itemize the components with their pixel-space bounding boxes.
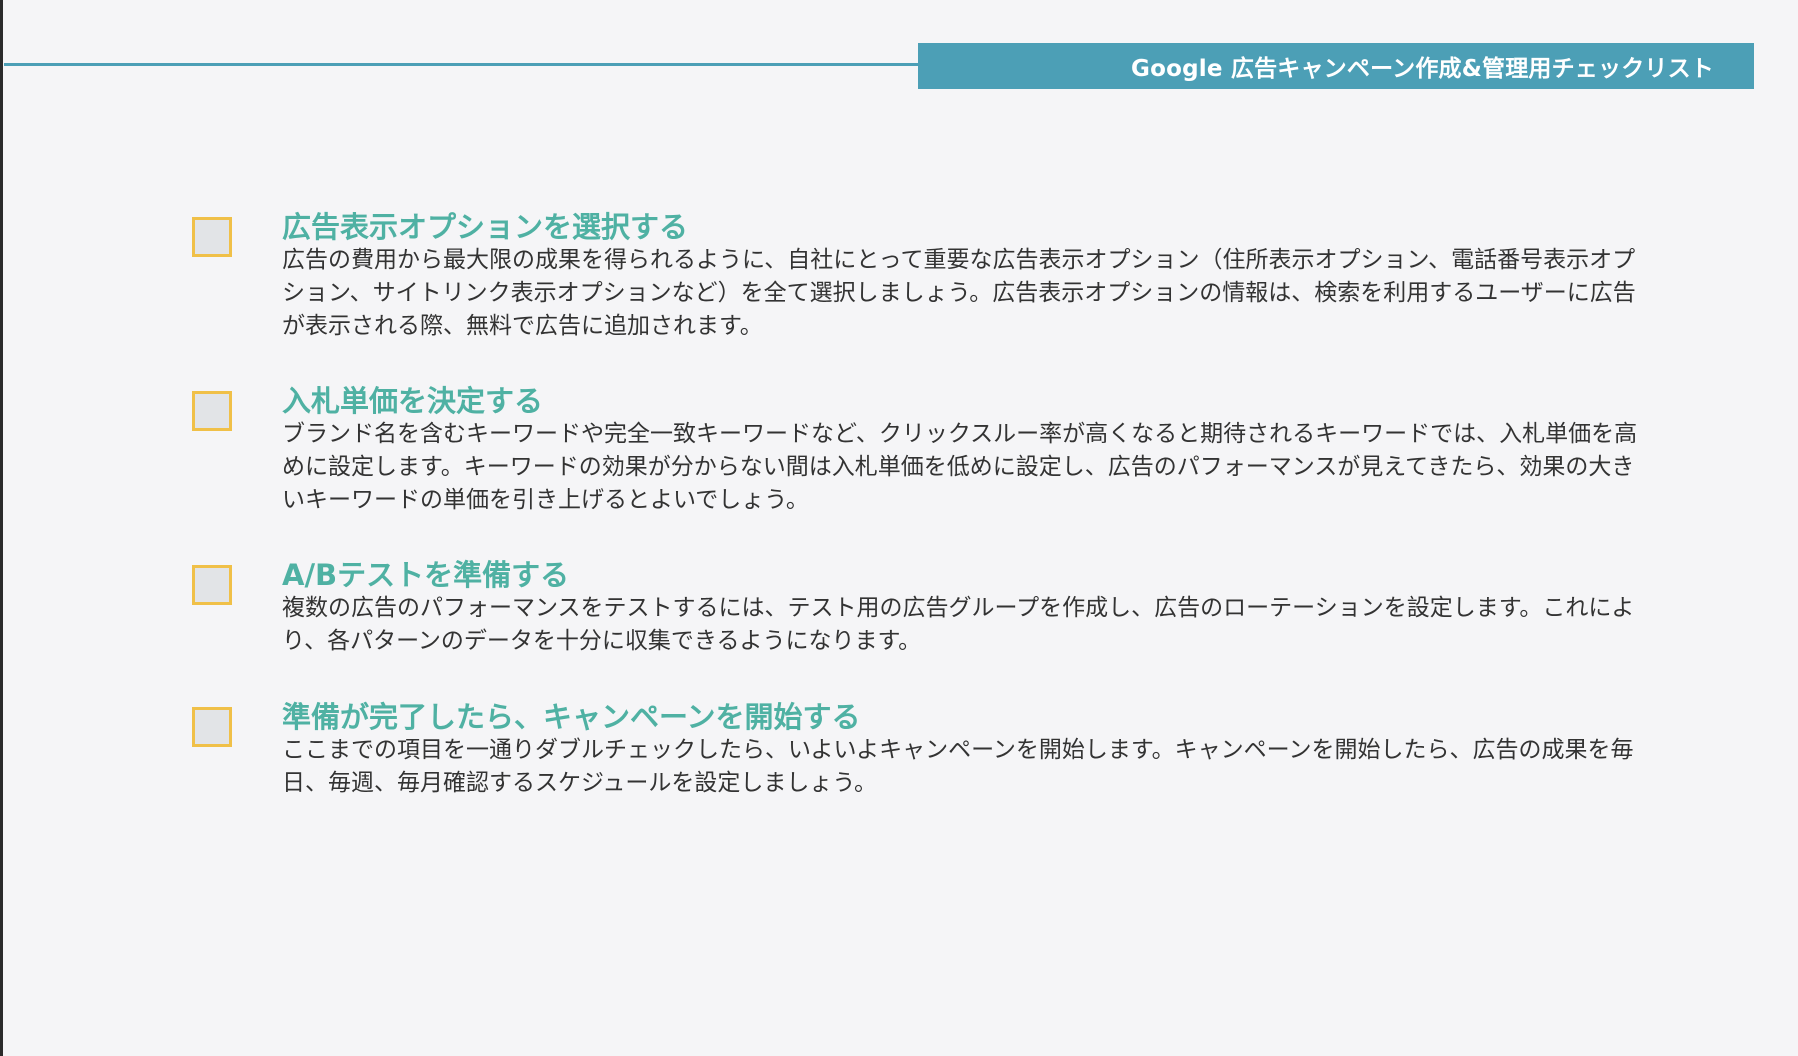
checklist-item-text: 準備が完了したら、キャンペーンを開始する ここまでの項目を一通りダブルチェックし… [282, 698, 1652, 800]
checkbox[interactable] [192, 391, 232, 431]
checkbox[interactable] [192, 565, 232, 605]
checklist-item-description: ここまでの項目を一通りダブルチェックしたら、いよいよキャンペーンを開始します。キ… [282, 737, 1634, 796]
checkbox[interactable] [192, 707, 232, 747]
checklist-item-description: 複数の広告のパフォーマンスをテストするには、テスト用の広告グループを作成し、広告… [282, 595, 1635, 654]
checklist-item-title: 準備が完了したら、キャンペーンを開始する [282, 700, 861, 734]
checklist-item-text: A/Bテストを準備する 複数の広告のパフォーマンスをテストするには、テスト用の広… [282, 556, 1652, 658]
checklist-item-title: A/Bテストを準備する [282, 558, 570, 592]
checklist-item-title: 入札単価を決定する [282, 384, 544, 418]
checklist-item-title: 広告表示オプションを選択する [282, 210, 689, 244]
header-banner: Google 広告キャンペーン作成&管理用チェックリスト [918, 43, 1754, 89]
checklist-item-description: 広告の費用から最大限の成果を得られるように、自社にとって重要な広告表示オプション… [282, 247, 1636, 339]
checklist-item-description: ブランド名を含むキーワードや完全一致キーワードなど、クリックスルー率が高くなると… [282, 421, 1638, 513]
checkbox[interactable] [192, 217, 232, 257]
checklist-item-text: 入札単価を決定する ブランド名を含むキーワードや完全一致キーワードなど、クリック… [282, 382, 1652, 517]
checklist-title: Google 広告キャンペーン作成&管理用チェックリスト [1131, 56, 1714, 82]
page-left-edge [0, 0, 3, 1056]
header-divider-line [4, 63, 924, 66]
checklist-item-text: 広告表示オプションを選択する 広告の費用から最大限の成果を得られるように、自社に… [282, 208, 1652, 343]
